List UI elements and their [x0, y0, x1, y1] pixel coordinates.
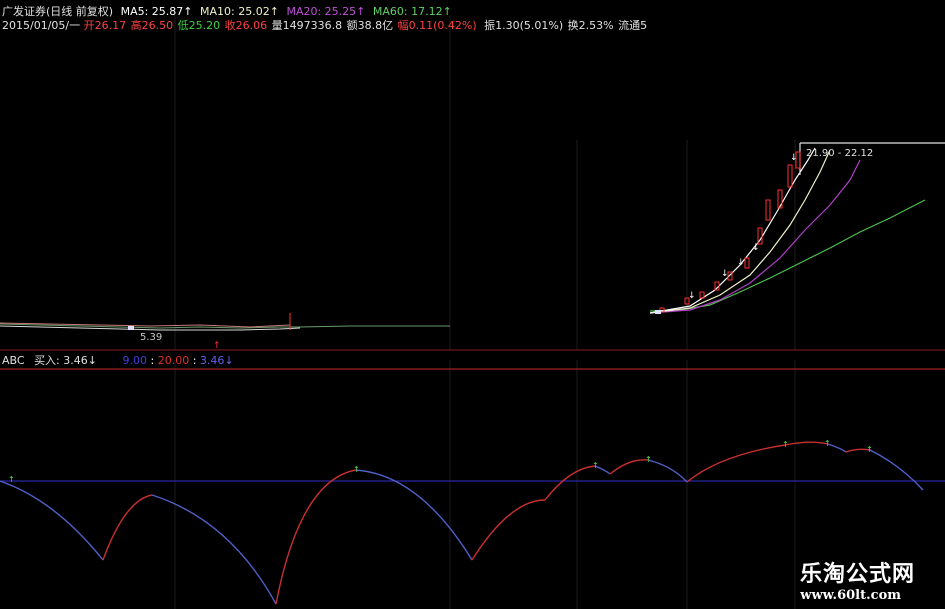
range-label: 21.90 - 22.12: [806, 148, 873, 159]
svg-text:↓: ↓: [790, 153, 798, 163]
svg-text:↓: ↓: [721, 269, 729, 279]
buy-value: 买入: 3.46↓: [34, 354, 97, 367]
svg-text:↓: ↓: [688, 291, 696, 301]
amplitude-value: 振1.30(5.01%): [484, 19, 564, 32]
buy-signal-marks: ↑ ↑ ↑ ↑ ↑ ↑ ↑: [8, 439, 873, 484]
indicator-name: ABC: [2, 354, 25, 367]
svg-text:↓: ↓: [752, 243, 760, 253]
ma20-line: [649, 159, 861, 314]
indicator-value-3: 3.46↓: [199, 354, 234, 367]
watermark-url: www.60lt.com: [800, 588, 901, 603]
stock-chart-window: ↑ 5.39 ↓ ↓ ↓ ↓ ↓ 21.90 - 22.12 ↑ ↑ ↑ ↑ ↑…: [0, 0, 945, 609]
svg-text:↑: ↑: [645, 455, 652, 464]
svg-text:↑: ↑: [782, 440, 789, 449]
rally-area: ↓ ↓ ↓ ↓ ↓ 21.90 - 22.12: [649, 142, 945, 314]
svg-text:↑: ↑: [592, 461, 599, 470]
indicator-value-2: 20.00: [157, 354, 190, 367]
svg-text:↓: ↓: [737, 258, 745, 268]
arrow-mark: ↑: [213, 341, 221, 351]
volume-value: 量1497336.8: [271, 19, 343, 32]
high-value: 高26.50: [130, 19, 174, 32]
flat-price-area: ↑ 5.39: [0, 313, 450, 351]
change-value: 幅0.11(0.42%): [397, 19, 477, 32]
value-separator-2: :: [192, 354, 197, 367]
ohlc-header: 2015/01/05/一 开26.17 高26.50 低25.20 收26.06…: [2, 17, 651, 33]
amount-value: 额38.8亿: [346, 19, 394, 32]
ma5-line: [649, 147, 816, 314]
watermark-text: 乐淘公式网: [799, 562, 915, 587]
chart-canvas[interactable]: ↑ 5.39 ↓ ↓ ↓ ↓ ↓ 21.90 - 22.12 ↑ ↑ ↑ ↑ ↑…: [0, 0, 945, 609]
arrow-marks: ↓ ↓ ↓ ↓ ↓: [688, 153, 798, 301]
svg-text:↑: ↑: [8, 475, 15, 484]
turnover-value: 换2.53%: [567, 19, 614, 32]
date-value: 2015/01/05/一: [2, 19, 81, 32]
float-value: 流通5: [618, 19, 648, 32]
svg-text:↑: ↑: [353, 465, 360, 474]
open-value: 开26.17: [83, 19, 127, 32]
close-value: 收26.06: [224, 19, 268, 32]
abc-oscillator: [0, 441, 924, 605]
indicator-header: ABC 买入: 3.46↓ 9.00 : 20.00 : 3.46↓: [2, 352, 234, 368]
low-price-label: 5.39: [140, 332, 162, 343]
low-value: 低25.20: [177, 19, 221, 32]
svg-text:↑: ↑: [866, 445, 873, 454]
indicator-value-1: 9.00: [122, 354, 147, 367]
vertical-gridlines: [174, 15, 796, 609]
value-separator: :: [150, 354, 155, 367]
svg-text:↑: ↑: [824, 439, 831, 448]
